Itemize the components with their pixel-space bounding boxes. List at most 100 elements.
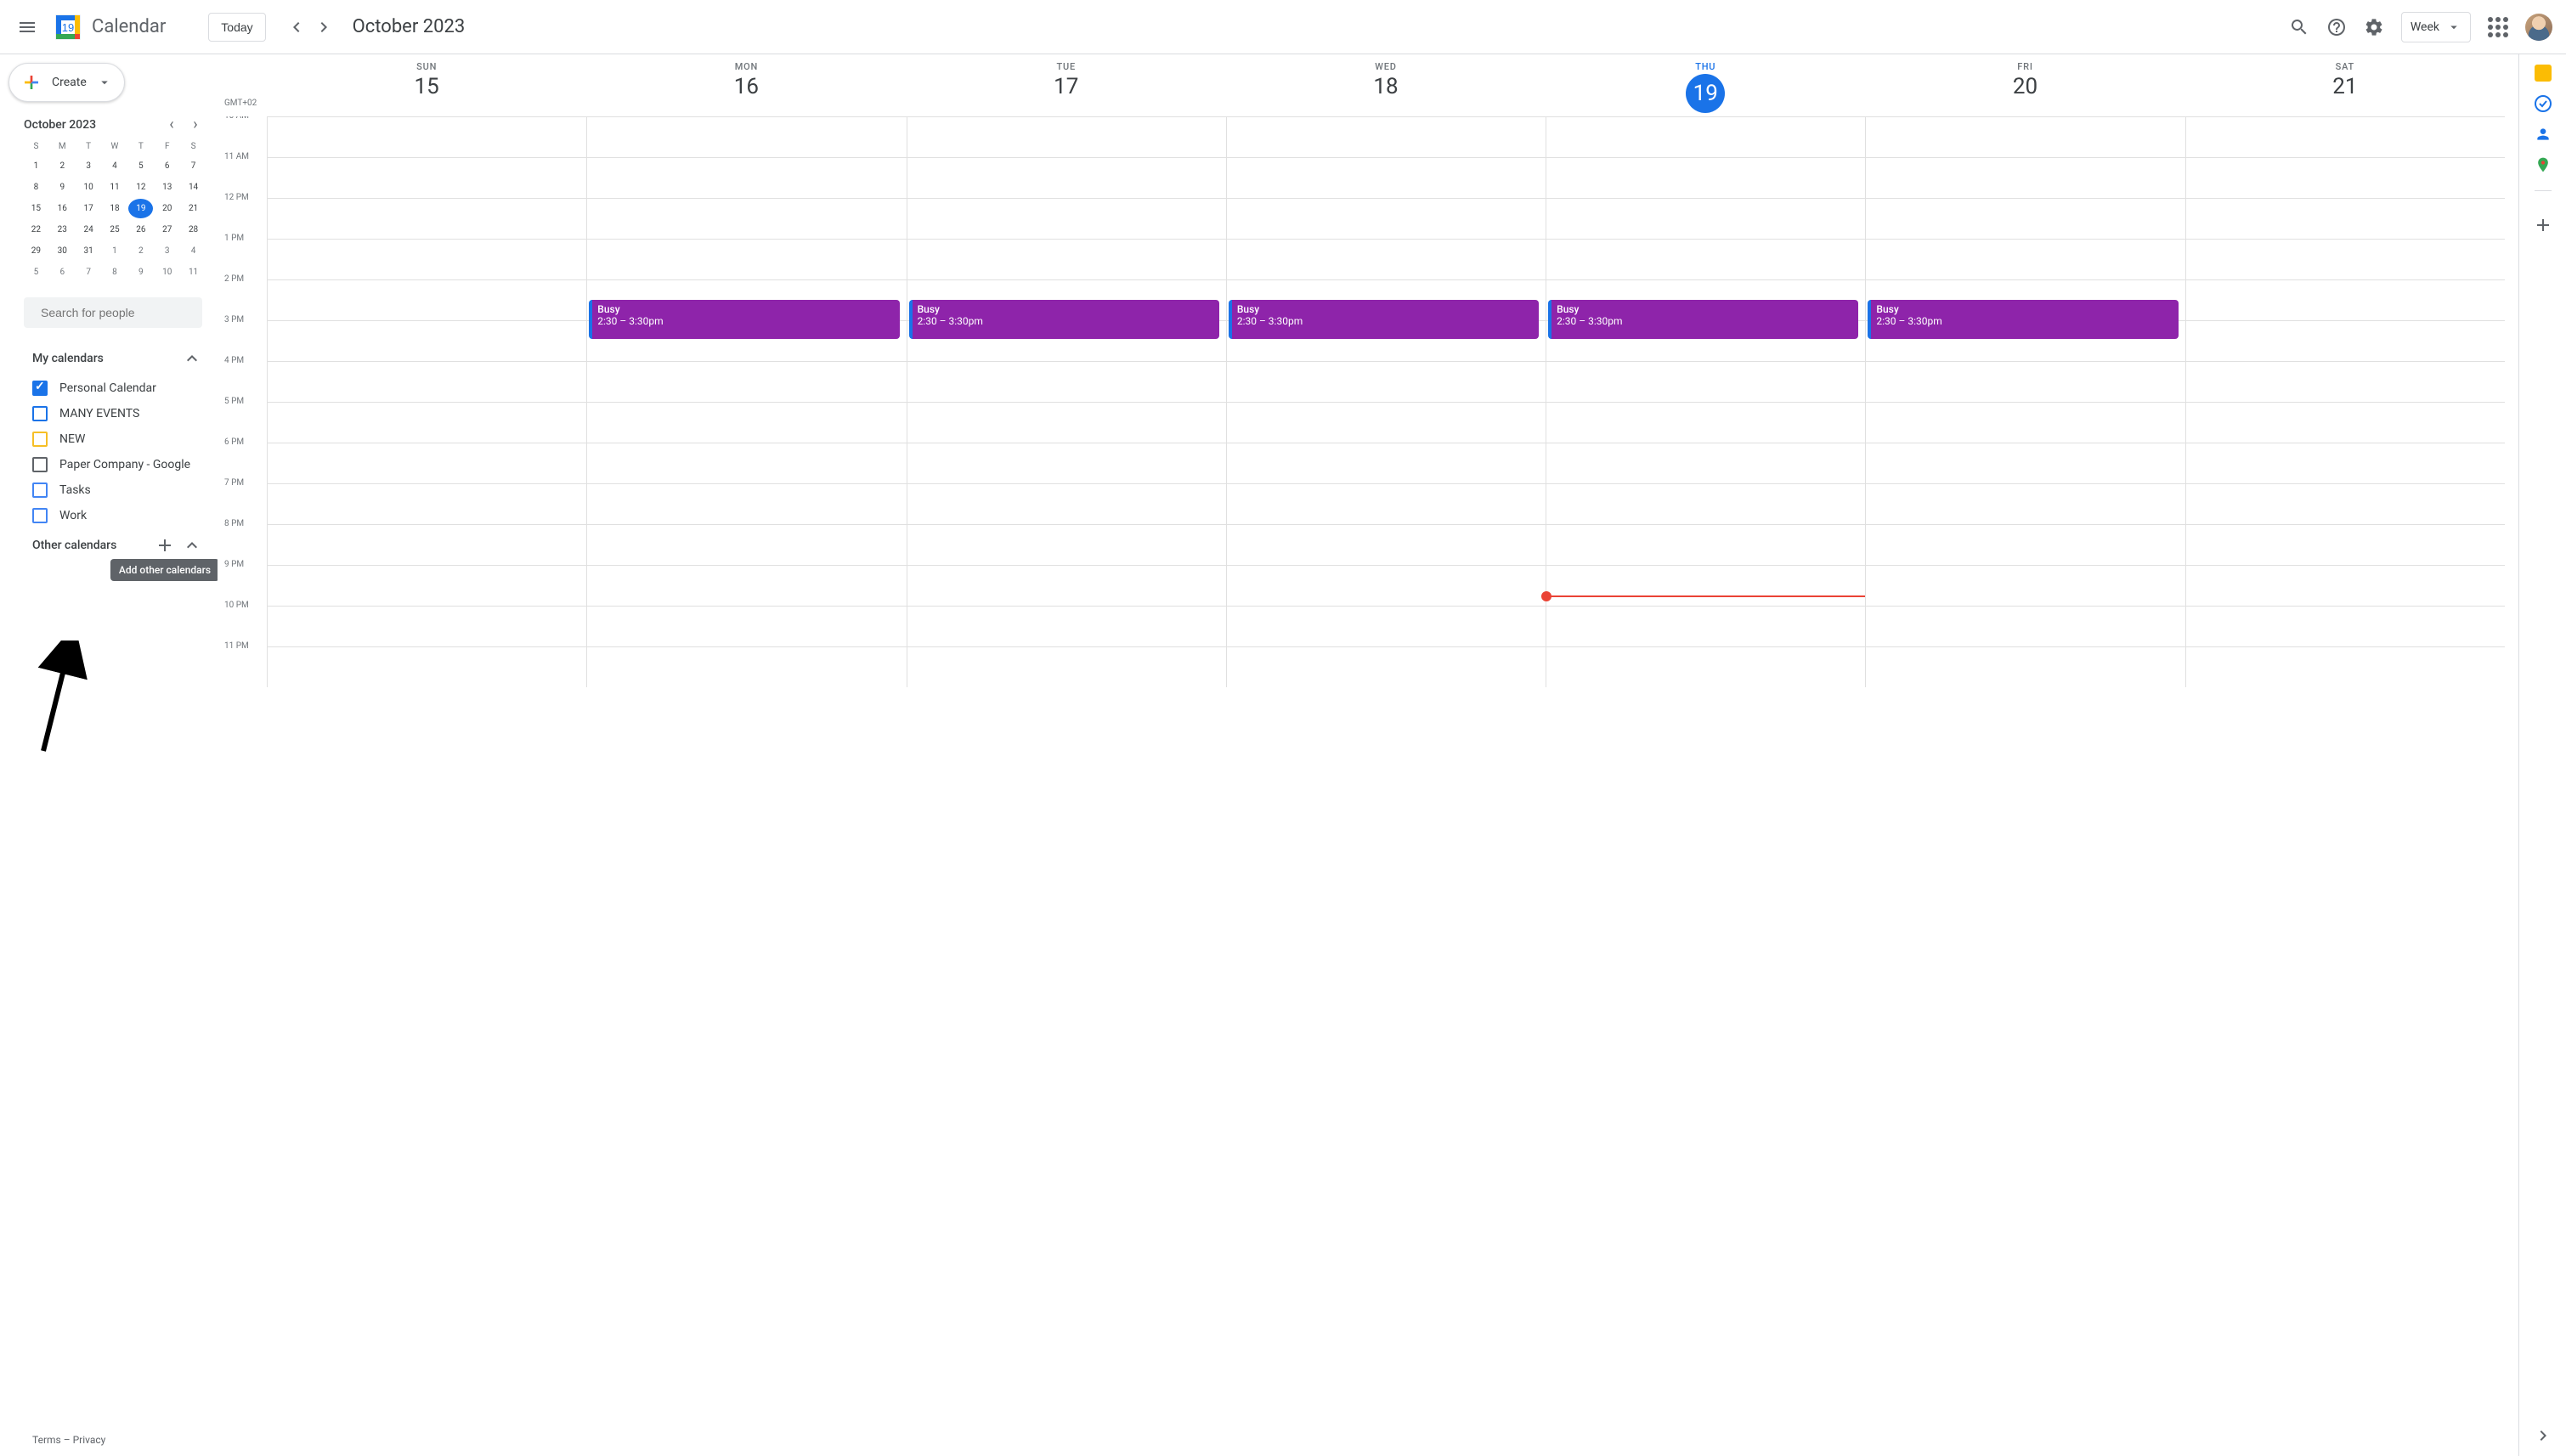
mini-day[interactable]: 31: [76, 241, 101, 261]
mini-day[interactable]: 8: [24, 178, 48, 197]
day-header[interactable]: MON16: [586, 54, 906, 116]
mini-day[interactable]: 9: [50, 178, 75, 197]
mini-day[interactable]: 11: [103, 178, 127, 197]
calendar-checkbox[interactable]: [32, 457, 48, 472]
settings-button[interactable]: [2357, 10, 2391, 44]
keep-addon-icon[interactable]: [2535, 65, 2552, 82]
mini-day[interactable]: 27: [155, 220, 179, 240]
calendar-event[interactable]: Busy2:30 – 3:30pm: [909, 300, 1219, 339]
contacts-addon-icon[interactable]: [2535, 126, 2552, 143]
mini-day[interactable]: 23: [50, 220, 75, 240]
search-people-input[interactable]: [41, 306, 195, 319]
mini-day[interactable]: 8: [103, 262, 127, 282]
mini-day[interactable]: 5: [24, 262, 48, 282]
mini-day[interactable]: 3: [76, 156, 101, 176]
mini-day[interactable]: 24: [76, 220, 101, 240]
maps-addon-icon[interactable]: [2535, 156, 2552, 173]
mini-day[interactable]: 16: [50, 199, 75, 218]
mini-day[interactable]: 25: [103, 220, 127, 240]
mini-day[interactable]: 7: [76, 262, 101, 282]
my-calendars-toggle[interactable]: My calendars: [8, 341, 218, 375]
mini-day[interactable]: 1: [103, 241, 127, 261]
mini-day[interactable]: 26: [128, 220, 153, 240]
support-button[interactable]: [2320, 10, 2354, 44]
mini-day[interactable]: 7: [181, 156, 206, 176]
day-column[interactable]: Busy2:30 – 3:30pm: [1546, 116, 1865, 687]
day-header[interactable]: FRI20: [1865, 54, 2184, 116]
day-column[interactable]: Busy2:30 – 3:30pm: [586, 116, 906, 687]
terms-link[interactable]: Terms: [32, 1434, 61, 1446]
mini-day[interactable]: 17: [76, 199, 101, 218]
mini-day[interactable]: 29: [24, 241, 48, 261]
mini-day[interactable]: 5: [128, 156, 153, 176]
calendar-item[interactable]: MANY EVENTS: [32, 401, 206, 426]
next-period-button[interactable]: [310, 14, 337, 41]
mini-day[interactable]: 22: [24, 220, 48, 240]
calendar-item[interactable]: Personal Calendar: [32, 375, 206, 401]
mini-day[interactable]: 18: [103, 199, 127, 218]
mini-day[interactable]: 6: [155, 156, 179, 176]
mini-day[interactable]: 13: [155, 178, 179, 197]
day-column[interactable]: Busy2:30 – 3:30pm: [1226, 116, 1546, 687]
today-button[interactable]: Today: [208, 13, 265, 42]
mini-day[interactable]: 3: [155, 241, 179, 261]
prev-period-button[interactable]: [283, 14, 310, 41]
calendar-event[interactable]: Busy2:30 – 3:30pm: [1868, 300, 2178, 339]
calendar-checkbox[interactable]: [32, 406, 48, 421]
mini-day[interactable]: 19: [128, 199, 153, 218]
mini-day[interactable]: 14: [181, 178, 206, 197]
mini-day[interactable]: 12: [128, 178, 153, 197]
mini-day[interactable]: 9: [128, 262, 153, 282]
day-header[interactable]: WED18: [1226, 54, 1546, 116]
mini-day[interactable]: 2: [50, 156, 75, 176]
mini-day[interactable]: 20: [155, 199, 179, 218]
add-icon[interactable]: [155, 535, 175, 556]
other-calendars-toggle[interactable]: Other calendars Add other calendars: [8, 528, 218, 562]
view-switcher[interactable]: Week: [2401, 12, 2471, 42]
create-button[interactable]: Create: [8, 63, 125, 102]
day-column[interactable]: Busy2:30 – 3:30pm: [907, 116, 1226, 687]
day-column[interactable]: Busy2:30 – 3:30pm: [1865, 116, 2184, 687]
mini-day[interactable]: 15: [24, 199, 48, 218]
mini-day[interactable]: 6: [50, 262, 75, 282]
tasks-addon-icon[interactable]: [2535, 95, 2552, 112]
calendar-checkbox[interactable]: [32, 432, 48, 447]
calendar-item[interactable]: Work: [32, 503, 206, 528]
search-people[interactable]: [24, 297, 202, 328]
calendar-event[interactable]: Busy2:30 – 3:30pm: [1548, 300, 1858, 339]
search-button[interactable]: [2282, 10, 2316, 44]
mini-day[interactable]: 2: [128, 241, 153, 261]
calendar-event[interactable]: Busy2:30 – 3:30pm: [1229, 300, 1539, 339]
mini-day[interactable]: 4: [103, 156, 127, 176]
day-header[interactable]: SAT21: [2185, 54, 2505, 116]
mini-prev-button[interactable]: ‹: [161, 116, 182, 133]
mini-day[interactable]: 11: [181, 262, 206, 282]
google-apps-button[interactable]: [2481, 10, 2515, 44]
account-avatar[interactable]: [2525, 14, 2552, 41]
day-header[interactable]: TUE17: [907, 54, 1226, 116]
mini-day[interactable]: 28: [181, 220, 206, 240]
day-column[interactable]: [267, 116, 586, 687]
calendar-item[interactable]: NEW: [32, 426, 206, 452]
main-menu-button[interactable]: [7, 7, 48, 48]
day-header[interactable]: SUN15: [267, 54, 586, 116]
calendar-event[interactable]: Busy2:30 – 3:30pm: [589, 300, 899, 339]
calendar-item[interactable]: Tasks: [32, 477, 206, 503]
mini-day[interactable]: 21: [181, 199, 206, 218]
day-header[interactable]: THU19: [1546, 54, 1865, 116]
hide-panel-button[interactable]: [2533, 1425, 2553, 1446]
privacy-link[interactable]: Privacy: [73, 1434, 106, 1446]
day-column[interactable]: [2185, 116, 2505, 687]
get-addons-button[interactable]: [2526, 208, 2560, 242]
calendar-checkbox[interactable]: [32, 483, 48, 498]
mini-next-button[interactable]: ›: [185, 116, 206, 133]
mini-day[interactable]: 1: [24, 156, 48, 176]
calendar-checkbox[interactable]: [32, 508, 48, 523]
mini-day[interactable]: 30: [50, 241, 75, 261]
mini-day[interactable]: 4: [181, 241, 206, 261]
calendar-checkbox[interactable]: [32, 381, 48, 396]
calendar-item[interactable]: Paper Company - Google: [32, 452, 206, 477]
mini-day[interactable]: 10: [155, 262, 179, 282]
mini-day[interactable]: 10: [76, 178, 101, 197]
logo[interactable]: 19 Calendar: [51, 10, 166, 44]
